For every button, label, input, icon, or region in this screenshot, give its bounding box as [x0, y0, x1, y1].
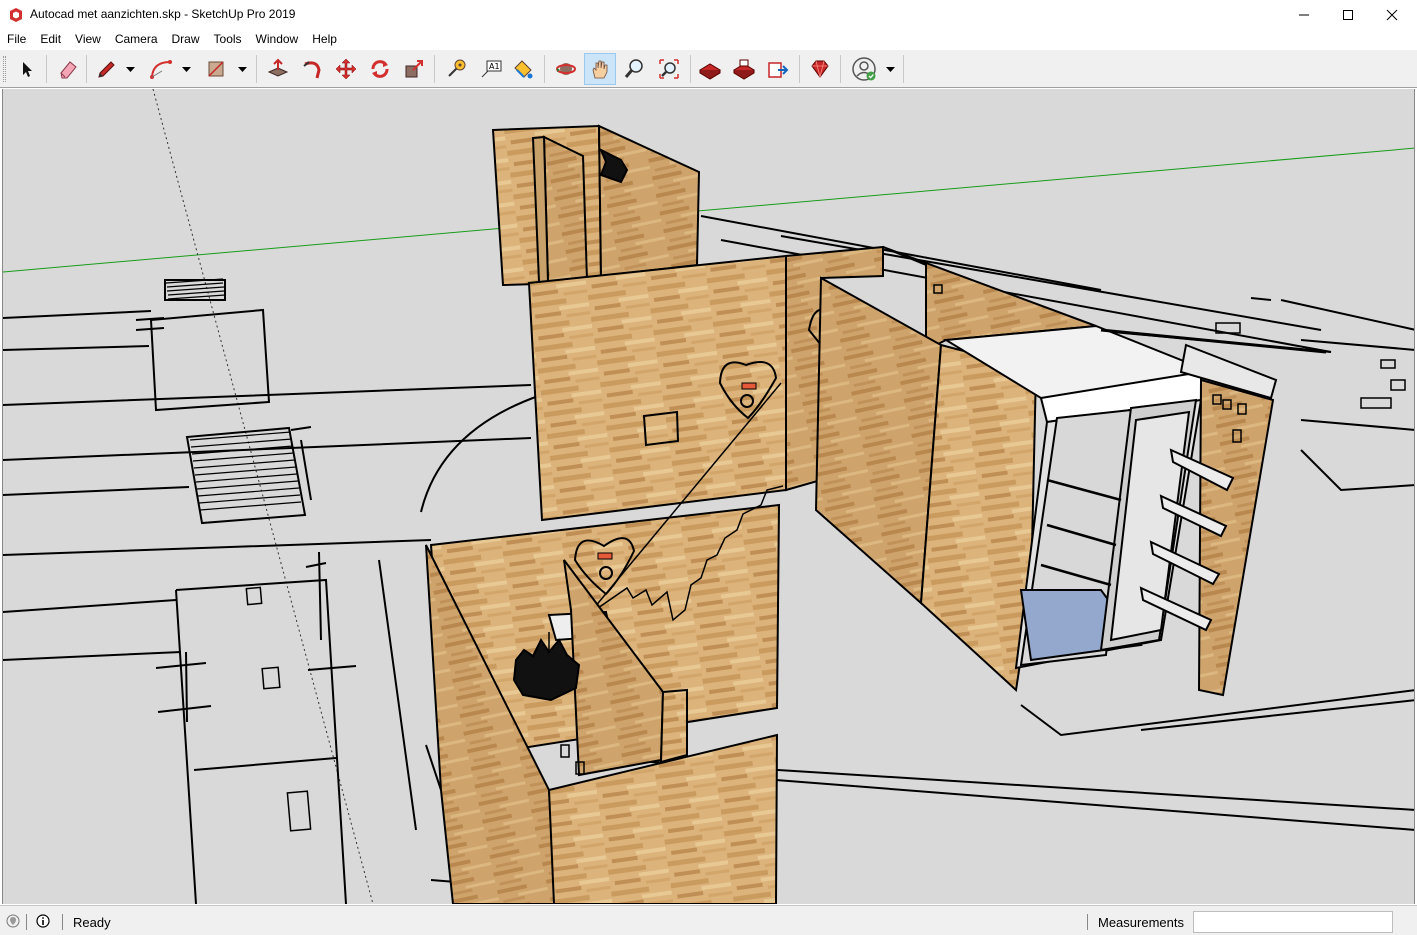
menu-camera[interactable]: Camera	[108, 30, 165, 49]
sketchup-window: Autocad met aanzichten.skp - SketchUp Pr…	[0, 0, 1417, 935]
title-bar: Autocad met aanzichten.skp - SketchUp Pr…	[0, 0, 1417, 30]
pan-hand-icon	[592, 60, 608, 79]
line-tool-button[interactable]	[90, 53, 122, 85]
chevron-down-icon	[885, 66, 895, 72]
toolbar-separator	[46, 55, 47, 83]
model-scene	[3, 89, 1414, 904]
toolbar-separator	[903, 55, 904, 83]
measurements-input[interactable]	[1193, 911, 1393, 933]
line-dropdown-arrow[interactable]	[124, 62, 136, 76]
minimize-icon	[1299, 14, 1309, 16]
status-bar: Ready Measurements	[0, 905, 1417, 935]
select-arrow-icon	[23, 62, 32, 77]
layout-send-icon	[768, 62, 789, 78]
status-separator	[62, 914, 63, 930]
toolbar-separator	[544, 55, 545, 83]
follow-me-tool-button[interactable]	[296, 53, 328, 85]
menu-file[interactable]: File	[0, 30, 33, 49]
pan-tool-button[interactable]	[584, 53, 616, 85]
menu-bar: File Edit View Camera Draw Tools Window …	[0, 30, 1417, 49]
minimize-button[interactable]	[1281, 0, 1327, 30]
sketchup-logo-icon	[10, 8, 22, 22]
menu-view[interactable]: View	[68, 30, 108, 49]
rectangle-dropdown-arrow[interactable]	[236, 62, 248, 76]
zoom-tool-button[interactable]	[618, 53, 650, 85]
toolbar-grip[interactable]	[3, 56, 6, 82]
status-separator	[1087, 914, 1088, 930]
paint-bucket-icon	[514, 60, 533, 79]
maximize-button[interactable]	[1325, 0, 1371, 30]
rotate-tool-button[interactable]	[364, 53, 396, 85]
user-account-icon	[852, 57, 876, 81]
maximize-icon	[1343, 10, 1353, 20]
orbit-icon	[556, 63, 576, 75]
menu-window[interactable]: Window	[249, 30, 306, 49]
scale-tool-button[interactable]	[398, 53, 430, 85]
menu-tools[interactable]: Tools	[207, 30, 249, 49]
chevron-down-icon	[237, 66, 247, 72]
pencil-line-icon	[98, 61, 115, 78]
chevron-down-icon	[181, 66, 191, 72]
rectangle-tool-button[interactable]	[200, 53, 232, 85]
getting-started-toolbar: A1	[0, 50, 1417, 88]
zoom-extents-icon	[659, 59, 679, 79]
toolbar-separator	[256, 55, 257, 83]
svg-text:A1: A1	[489, 62, 500, 71]
close-icon	[1386, 9, 1398, 21]
info-icon[interactable]	[36, 914, 50, 928]
menu-help[interactable]: Help	[305, 30, 344, 49]
status-text: Ready	[73, 915, 111, 930]
model-viewport[interactable]	[2, 89, 1415, 904]
chevron-down-icon	[125, 66, 135, 72]
menu-edit[interactable]: Edit	[33, 30, 68, 49]
extension-manager-button[interactable]	[804, 53, 836, 85]
eraser-tool-button[interactable]	[52, 53, 84, 85]
toolbar-separator	[434, 55, 435, 83]
send-to-layout-button[interactable]	[762, 53, 794, 85]
extension-warehouse-button[interactable]	[728, 53, 760, 85]
text-tool-button[interactable]: A1	[475, 53, 507, 85]
measurements-label: Measurements	[1098, 915, 1184, 930]
warehouse-icon	[699, 63, 721, 80]
rectangle-icon	[208, 61, 224, 77]
status-separator	[26, 914, 27, 930]
arc-dropdown-arrow[interactable]	[180, 62, 192, 76]
tape-measure-icon	[448, 59, 466, 77]
follow-me-icon	[303, 61, 321, 79]
orbit-tool-button[interactable]	[550, 53, 582, 85]
arc-tool-button[interactable]	[145, 53, 177, 85]
eraser-icon	[60, 61, 77, 79]
paint-bucket-tool-button[interactable]	[507, 53, 539, 85]
scale-icon	[405, 60, 423, 78]
push-pull-tool-button[interactable]	[262, 53, 294, 85]
close-button[interactable]	[1369, 0, 1415, 30]
move-tool-button[interactable]	[330, 53, 362, 85]
arc-icon	[150, 60, 172, 79]
account-button[interactable]	[848, 53, 880, 85]
rotate-icon	[371, 60, 389, 78]
toolbar-separator	[690, 55, 691, 83]
zoom-icon	[624, 59, 643, 78]
extension-warehouse-icon	[733, 59, 755, 80]
toolbar-separator	[799, 55, 800, 83]
zoom-extents-tool-button[interactable]	[653, 53, 685, 85]
toolbar-separator	[86, 55, 87, 83]
ruby-console-icon	[811, 60, 829, 78]
select-tool-button[interactable]	[11, 53, 43, 85]
tape-measure-tool-button[interactable]	[440, 53, 472, 85]
toolbar-separator	[840, 55, 841, 83]
geo-location-icon[interactable]	[6, 914, 20, 928]
push-pull-icon	[267, 58, 289, 77]
warehouse-button[interactable]	[694, 53, 726, 85]
window-title: Autocad met aanzichten.skp - SketchUp Pr…	[30, 7, 296, 21]
menu-draw[interactable]: Draw	[165, 30, 207, 49]
account-dropdown-arrow[interactable]	[884, 62, 896, 76]
text-label-icon: A1	[481, 60, 502, 78]
move-icon	[335, 58, 357, 80]
